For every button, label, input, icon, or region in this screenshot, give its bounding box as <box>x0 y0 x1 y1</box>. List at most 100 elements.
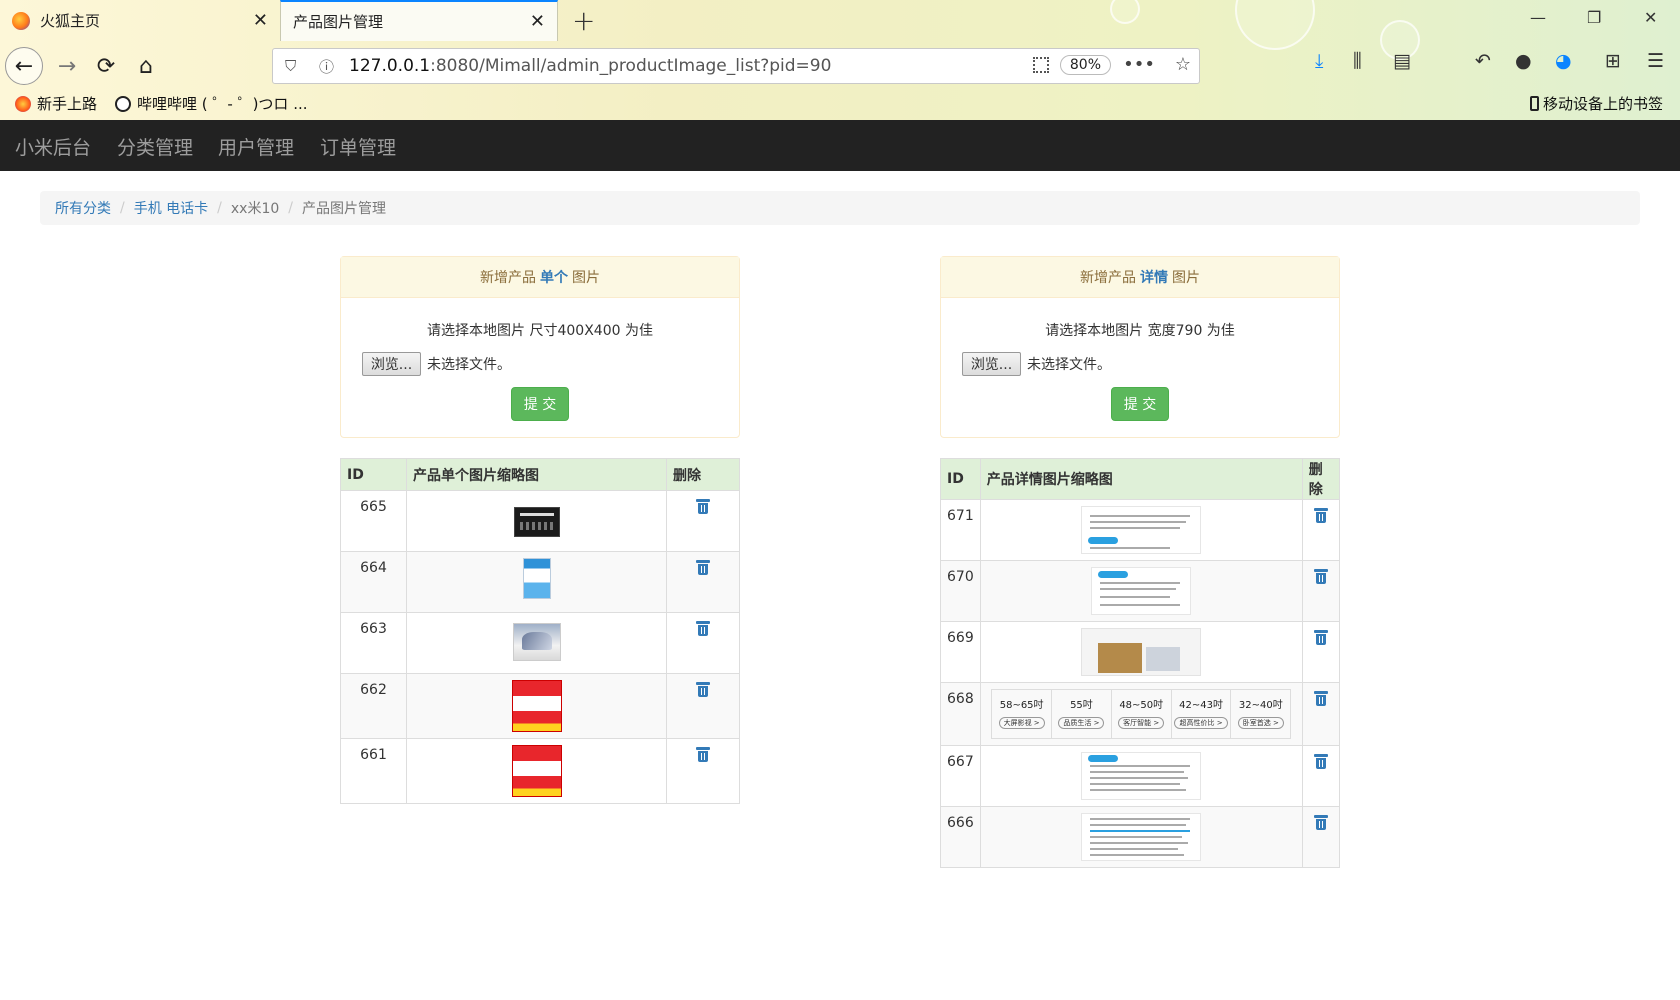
size-label: 42~43吋 <box>1179 700 1223 711</box>
shield-icon[interactable]: ⛉ <box>285 57 307 75</box>
mobile-device-icon <box>1530 96 1539 111</box>
breadcrumb: 所有分类 / 手机 电话卡 / xx米10 / 产品图片管理 <box>40 191 1640 225</box>
extension-icon[interactable]: ● <box>1515 50 1532 72</box>
trash-icon[interactable] <box>1313 754 1328 769</box>
size-label: 55吋 <box>1070 700 1093 711</box>
no-file-label: 未选择文件。 <box>427 357 511 373</box>
minimize-icon[interactable]: — <box>1530 8 1546 27</box>
table-row: 671 <box>940 499 1341 561</box>
close-icon[interactable]: ✕ <box>253 10 268 31</box>
size-tag: 卧室首选 > <box>1237 717 1284 729</box>
file-input: 浏览... 未选择文件。 <box>962 352 1339 376</box>
more-actions-icon[interactable]: ••• <box>1123 54 1155 75</box>
size-chart-thumbnail: 58~65吋 大屏影视 > 55吋 品质生活 > 48~50吋 客厅智能 > 42~4… <box>991 689 1292 739</box>
star-icon[interactable]: ☆ <box>1175 54 1191 75</box>
url-text[interactable]: 127.0.0.1:8080/Mimall/admin_productImage… <box>349 56 831 76</box>
firefox-icon <box>15 95 31 112</box>
reload-icon[interactable]: ⟳ <box>89 49 123 83</box>
browse-button[interactable]: 浏览... <box>362 352 421 376</box>
trash-icon[interactable] <box>696 747 710 762</box>
table-row: 663 <box>340 612 740 674</box>
product-thumbnail <box>512 623 561 661</box>
home-icon[interactable]: ⌂ <box>129 49 163 83</box>
delete-cell <box>666 738 740 804</box>
trash-icon[interactable] <box>696 560 710 575</box>
single-images-table: ID 产品单个图片缩略图 删除 665 664 663 662 661 <box>340 458 740 804</box>
no-file-label: 未选择文件。 <box>1027 357 1111 373</box>
info-icon[interactable]: ⓘ <box>319 56 341 77</box>
breadcrumb-product: xx米10 <box>230 201 280 217</box>
mobile-bookmarks[interactable]: 移动设备上的书签 <box>1530 93 1663 114</box>
panel-title-suffix: 图片 <box>1172 270 1200 286</box>
menu-icon[interactable]: ☰ <box>1647 50 1664 72</box>
app-navbar: 小米后台 分类管理 用户管理 订单管理 <box>0 120 1680 171</box>
trash-icon[interactable] <box>696 621 710 636</box>
qr-code-icon[interactable] <box>1033 57 1049 73</box>
tab-firefox-home[interactable]: 火狐主页 ✕ <box>0 0 280 41</box>
column-id: ID <box>340 458 407 491</box>
breadcrumb-all-categories[interactable]: 所有分类 <box>55 198 111 218</box>
reader-sidebar-icon[interactable]: ▤ <box>1393 50 1411 72</box>
undo-icon[interactable]: ↶ <box>1475 50 1491 72</box>
account-icon[interactable]: ◕ <box>1555 50 1572 72</box>
nav-item-category[interactable]: 分类管理 <box>117 133 193 160</box>
new-tab-icon[interactable]: + <box>572 4 595 37</box>
back-arrow-icon[interactable]: ← <box>5 47 43 85</box>
trash-icon[interactable] <box>1313 630 1328 645</box>
url-bar[interactable]: ⛉ ⓘ 127.0.0.1:8080/Mimall/admin_productI… <box>272 48 1200 84</box>
trash-icon[interactable] <box>696 499 710 514</box>
window-close-icon[interactable]: ✕ <box>1644 8 1657 27</box>
thumbnail-cell <box>979 499 1303 561</box>
upload-hint: 请选择本地图片 尺寸400X400 为佳 <box>427 323 653 339</box>
delete-cell <box>666 673 740 739</box>
trash-icon[interactable] <box>1313 508 1328 523</box>
bookmark-label: 新手上路 <box>37 95 98 113</box>
trash-icon[interactable] <box>1313 691 1328 706</box>
upload-hint: 请选择本地图片 宽度790 为佳 <box>1045 323 1235 339</box>
library-icon[interactable]: ⫼ <box>1353 50 1362 72</box>
forward-arrow-icon[interactable]: → <box>50 49 84 83</box>
submit-button[interactable]: 提 交 <box>1111 387 1169 421</box>
trash-icon[interactable] <box>1313 569 1328 584</box>
panel-title-type: 详情 <box>1140 270 1168 286</box>
firefox-icon <box>12 11 30 30</box>
file-input: 浏览... 未选择文件。 <box>362 352 739 376</box>
close-icon[interactable]: ✕ <box>530 11 545 32</box>
size-label: 58~65吋 <box>999 700 1044 711</box>
nav-brand[interactable]: 小米后台 <box>15 133 91 160</box>
restore-icon[interactable]: ❐ <box>1587 8 1601 27</box>
download-icon[interactable]: ⤓ <box>1315 50 1323 72</box>
tab-product-images[interactable]: 产品图片管理 ✕ <box>280 0 558 41</box>
panel-title-prefix: 新增产品 <box>1080 270 1136 286</box>
table-header-row: ID 产品单个图片缩略图 删除 <box>340 458 740 491</box>
breadcrumb-category[interactable]: 手机 电话卡 <box>134 198 208 218</box>
trash-icon[interactable] <box>696 682 710 697</box>
column-delete: 删除 <box>1301 458 1341 500</box>
bookmark-bilibili[interactable]: 哔哩哔哩 ( ゜- ゜)つロ ... <box>115 93 308 114</box>
detail-thumbnail <box>1081 752 1202 800</box>
detail-thumbnail <box>1091 567 1192 615</box>
url-host: 127.0.0.1 <box>349 56 431 76</box>
thumbnail-cell <box>406 612 667 674</box>
size-option: 42~43吋 超高性价比 > <box>1172 690 1232 738</box>
gift-icon[interactable]: ⊞ <box>1605 50 1621 72</box>
panel-title-type: 单个 <box>540 270 568 286</box>
detail-thumbnail <box>1081 628 1202 676</box>
size-option: 58~65吋 大屏影视 > <box>992 690 1053 738</box>
breadcrumb-current: 产品图片管理 <box>302 201 386 217</box>
panel-title-prefix: 新增产品 <box>480 270 536 286</box>
zoom-indicator[interactable]: 80% <box>1059 55 1111 75</box>
panel-heading: 新增产品 详情 图片 <box>941 257 1339 298</box>
submit-button[interactable]: 提 交 <box>511 387 569 421</box>
row-id: 666 <box>940 806 981 868</box>
size-option: 48~50吋 客厅智能 > <box>1112 690 1172 738</box>
browse-button[interactable]: 浏览... <box>962 352 1021 376</box>
bookmark-getting-started[interactable]: 新手上路 <box>15 93 97 114</box>
trash-icon[interactable] <box>1313 815 1328 830</box>
delete-cell <box>666 612 740 674</box>
detail-images-table: ID 产品详情图片缩略图 删除 671 670 669 668 58~65吋 大… <box>940 458 1341 868</box>
nav-item-users[interactable]: 用户管理 <box>218 133 294 160</box>
product-thumbnail <box>513 507 560 537</box>
delete-cell <box>1301 499 1341 561</box>
nav-item-orders[interactable]: 订单管理 <box>320 133 396 160</box>
